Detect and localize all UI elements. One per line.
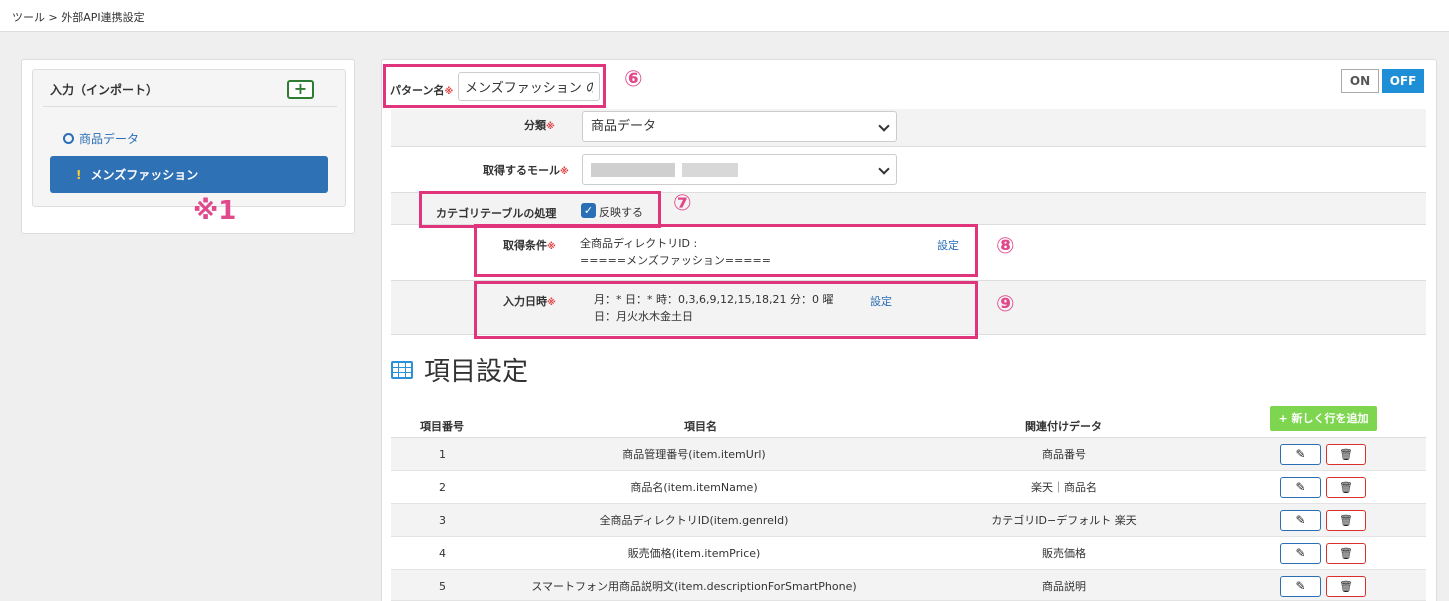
mall-select[interactable]	[582, 154, 897, 185]
annotation-7: ⑦	[673, 191, 692, 216]
cell-name: 全商品ディレクトリID(item.genreId)	[599, 514, 789, 527]
pattern-item-product-data[interactable]: 商品データ	[63, 130, 139, 147]
delete-button[interactable]: 🗑	[1326, 543, 1366, 564]
circle-icon	[63, 133, 74, 144]
table-row: 2 商品名(item.itemName) 楽天｜商品名 ✎ 🗑	[391, 471, 1426, 504]
pencil-icon: ✎	[1295, 480, 1306, 494]
table-row: 3 全商品ディレクトリID(item.genreId) カテゴリID−デフォルト…	[391, 504, 1426, 537]
import-pattern-list: 入力（インポート） + 商品データ ! メンズファッション	[32, 69, 346, 207]
on-off-toggle[interactable]: ON OFF	[1341, 69, 1424, 93]
table-row: 1 商品管理番号(item.itemUrl) 商品番号 ✎ 🗑	[391, 438, 1426, 471]
annotation-8: ⑧	[996, 234, 1015, 259]
cell-name: スマートフォン用商品説明文(item.descriptionForSmartPh…	[531, 580, 857, 593]
input-date-value: 月：* 日：* 時：0,3,6,9,12,15,18,21 分：0 曜 日：月火…	[594, 293, 834, 323]
category-select-value: 商品データ	[591, 119, 657, 134]
pencil-icon: ✎	[1295, 546, 1306, 560]
pencil-icon: ✎	[1295, 513, 1306, 527]
condition-value: 全商品ディレクトリID : =====メンズファッション=====	[580, 237, 771, 267]
pencil-icon: ✎	[1295, 579, 1306, 593]
add-pattern-button[interactable]: +	[287, 80, 314, 99]
input-date-settings-link[interactable]: 設定	[870, 293, 892, 309]
cell-number: 5	[439, 580, 446, 593]
cell-number: 3	[439, 514, 446, 527]
edit-button[interactable]: ✎	[1280, 576, 1321, 597]
pattern-item-mens-fashion[interactable]: ! メンズファッション	[50, 156, 328, 193]
delete-button[interactable]: 🗑	[1326, 510, 1366, 531]
pattern-name-label: パターン名※	[390, 84, 454, 97]
item-settings-heading: 項目設定	[391, 351, 528, 388]
pattern-item-label: 商品データ	[79, 132, 140, 146]
trash-icon: 🗑	[1339, 481, 1353, 494]
category-table-label: カテゴリテーブルの処理	[436, 207, 557, 220]
trash-icon: 🗑	[1339, 547, 1353, 560]
cell-number: 4	[439, 547, 446, 560]
header-related-data: 関連付けデータ	[1025, 420, 1102, 433]
pattern-item-label: メンズファッション	[90, 168, 199, 182]
annotation-9: ⑨	[996, 292, 1015, 317]
edit-button[interactable]: ✎	[1280, 477, 1321, 498]
chevron-down-icon	[878, 163, 890, 175]
header-item-name: 項目名	[684, 420, 717, 433]
condition-settings-link[interactable]: 設定	[937, 237, 959, 253]
divider	[43, 106, 337, 107]
pencil-icon: ✎	[1295, 447, 1306, 461]
toggle-on-button[interactable]: ON	[1341, 69, 1379, 93]
top-bar: ツール > 外部API連携設定	[0, 0, 1449, 32]
condition-label: 取得条件※	[503, 239, 556, 252]
annotation-note: ※1	[193, 196, 237, 226]
trash-icon: 🗑	[1339, 514, 1353, 527]
trash-icon: 🗑	[1339, 448, 1353, 461]
redacted-value	[682, 163, 738, 177]
edit-button[interactable]: ✎	[1280, 444, 1321, 465]
input-date-label: 入力日時※	[503, 295, 556, 308]
cell-number: 1	[439, 448, 446, 461]
breadcrumb: ツール > 外部API連携設定	[12, 11, 145, 24]
warning-icon: !	[76, 167, 82, 182]
delete-button[interactable]: 🗑	[1326, 576, 1366, 597]
toggle-off-button[interactable]: OFF	[1382, 69, 1424, 93]
cell-name: 販売価格(item.itemPrice)	[627, 547, 761, 560]
chevron-down-icon	[878, 120, 890, 132]
pattern-name-input[interactable]	[458, 72, 600, 101]
import-pattern-panel: 入力（インポート） + 商品データ ! メンズファッション	[21, 59, 355, 234]
add-row-button[interactable]: + 新しく行を追加	[1270, 406, 1377, 431]
redacted-value	[591, 163, 675, 177]
cell-related: 販売価格	[1042, 547, 1086, 560]
delete-button[interactable]: 🗑	[1326, 444, 1366, 465]
table-row: 4 販売価格(item.itemPrice) 販売価格 ✎ 🗑	[391, 537, 1426, 570]
cell-number: 2	[439, 481, 446, 494]
cell-related: 商品番号	[1042, 448, 1086, 461]
cell-related: 商品説明	[1042, 580, 1086, 593]
mall-label: 取得するモール※	[483, 164, 569, 177]
import-panel-title: 入力（インポート）	[50, 83, 159, 97]
table-row: 5 スマートフォン用商品説明文(item.descriptionForSmart…	[391, 570, 1426, 601]
header-item-number: 項目番号	[420, 420, 464, 433]
cell-name: 商品名(item.itemName)	[630, 481, 758, 494]
delete-button[interactable]: 🗑	[1326, 477, 1366, 498]
edit-button[interactable]: ✎	[1280, 510, 1321, 531]
cell-related: カテゴリID−デフォルト 楽天	[991, 514, 1137, 527]
reflect-checkbox[interactable]: ✓	[581, 203, 596, 218]
section-title: 項目設定	[424, 357, 529, 387]
edit-button[interactable]: ✎	[1280, 543, 1321, 564]
cell-related: 楽天｜商品名	[1031, 481, 1097, 494]
category-label: 分類※	[524, 119, 555, 132]
cell-name: 商品管理番号(item.itemUrl)	[622, 448, 766, 461]
reflect-checkbox-label: 反映する	[599, 206, 643, 219]
category-select[interactable]: 商品データ	[582, 111, 897, 142]
table-icon	[391, 360, 413, 379]
annotation-6: ⑥	[624, 67, 643, 92]
trash-icon: 🗑	[1339, 580, 1353, 593]
